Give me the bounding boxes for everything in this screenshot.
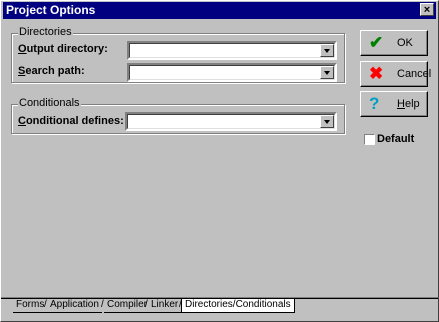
directories-group-label: Directories [18, 26, 73, 39]
dialog-client-area: Directories Output directory: Search pat… [3, 21, 436, 297]
help-button[interactable]: ? Help [360, 91, 428, 117]
tab-forms[interactable]: Forms [13, 299, 48, 313]
project-options-dialog: Project Options × Directories Output dir… [0, 0, 439, 322]
tab-application[interactable]: Application [44, 299, 102, 313]
checkmark-icon: ✔ [369, 33, 384, 52]
conditional-defines-dropdown-button[interactable] [320, 115, 334, 128]
tab-directories-conditionals[interactable]: Directories/Conditionals [179, 299, 295, 313]
search-path-combo[interactable] [127, 63, 337, 82]
conditional-defines-combo[interactable] [125, 112, 337, 131]
tab-linker[interactable]: Linker [145, 299, 182, 313]
tab-compiler[interactable]: Compiler [101, 299, 151, 313]
close-icon: × [423, 4, 431, 16]
search-path-dropdown-button[interactable] [320, 66, 334, 79]
help-button-label: Help [397, 98, 420, 110]
cancel-button-label: Cancel [397, 68, 432, 80]
x-icon: ✖ [369, 64, 384, 83]
title-bar[interactable]: Project Options × [3, 2, 436, 19]
question-icon: ? [369, 94, 380, 113]
ok-button-label: OK [397, 37, 413, 49]
tab-strip: Forms Application Compiler Linker Direct… [1, 297, 438, 321]
window-title: Project Options [6, 3, 96, 17]
conditionals-group-label: Conditionals [18, 97, 81, 110]
conditional-defines-label: Conditional defines: [18, 115, 124, 127]
output-directory-combo[interactable] [127, 41, 337, 60]
ok-button[interactable]: ✔ OK [360, 30, 428, 56]
output-directory-dropdown-button[interactable] [320, 44, 334, 57]
output-directory-label: Output directory: [18, 43, 108, 55]
cancel-button[interactable]: ✖ Cancel [360, 61, 432, 87]
default-checkbox[interactable] [364, 134, 375, 145]
close-button[interactable]: × [420, 3, 434, 16]
search-path-label: Search path: [18, 65, 85, 77]
default-checkbox-label[interactable]: Default [377, 133, 414, 146]
